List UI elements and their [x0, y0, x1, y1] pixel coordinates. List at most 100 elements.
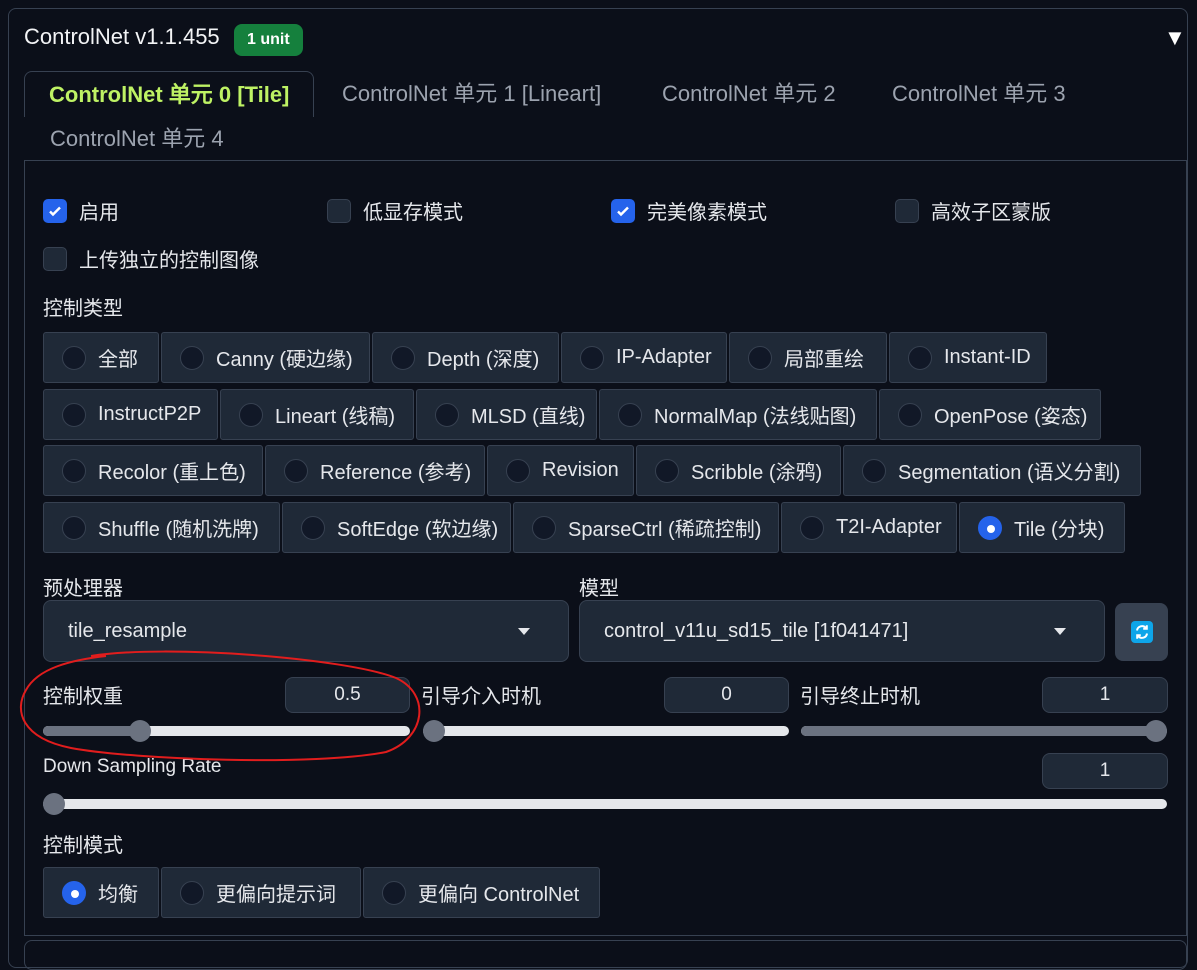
radio-icon: [898, 402, 922, 427]
collapse-triangle-icon[interactable]: ▼: [1164, 25, 1186, 51]
control-mode-prompt[interactable]: 更偏向提示词: [161, 867, 361, 918]
upload-control-image-checkbox[interactable]: [43, 246, 67, 271]
tab-unit-0[interactable]: ControlNet 单元 0 [Tile]: [24, 71, 315, 117]
start-step-slider[interactable]: [423, 720, 789, 742]
control-type-instructp2p[interactable]: InstructP2P: [43, 389, 218, 440]
low-vram-checkbox[interactable]: [327, 198, 351, 223]
control-type-instant-id[interactable]: Instant-ID: [889, 332, 1047, 383]
control-type-lineart[interactable]: Lineart (线稿): [220, 389, 414, 440]
tab-unit-4[interactable]: ControlNet 单元 4: [26, 116, 248, 162]
control-type-inpaint[interactable]: 局部重绘: [729, 332, 887, 383]
radio-icon: [435, 402, 459, 427]
upload-control-image-checkbox-row[interactable]: 上传独立的控制图像: [43, 244, 259, 273]
tab-unit-3[interactable]: ControlNet 单元 3: [868, 71, 1090, 117]
preprocessor-dropdown[interactable]: tile_resample: [43, 600, 569, 662]
down-sampling-rate-label: Down Sampling Rate: [43, 756, 222, 777]
control-type-segmentation[interactable]: Segmentation (语义分割): [843, 445, 1141, 496]
down-sampling-rate-input[interactable]: 1: [1042, 753, 1168, 789]
control-mode-balanced[interactable]: 均衡: [43, 867, 159, 918]
control-type-all[interactable]: 全部: [43, 332, 159, 383]
tab-unit-2[interactable]: ControlNet 单元 2: [638, 71, 860, 117]
panel-title[interactable]: ControlNet v1.1.455: [24, 24, 220, 50]
control-type-sparsectrl[interactable]: SparseCtrl (稀疏控制): [513, 502, 779, 553]
chevron-down-icon: [518, 628, 530, 635]
radio-icon: [62, 345, 86, 370]
chevron-down-icon: [1054, 628, 1066, 635]
radio-icon: [532, 515, 556, 540]
control-weight-slider[interactable]: [43, 720, 410, 742]
pixel-perfect-checkbox[interactable]: [611, 198, 635, 223]
model-value: control_v11u_sd15_tile [1f041471]: [604, 620, 909, 642]
radio-icon: [862, 458, 886, 483]
preprocessor-label: 预处理器: [43, 578, 123, 600]
radio-icon: [62, 402, 86, 427]
pixel-perfect-checkbox-row[interactable]: 完美像素模式: [611, 196, 767, 225]
control-type-row-3: Recolor (重上色) Reference (参考) Revision Sc…: [43, 445, 1141, 496]
radio-icon: [382, 880, 406, 905]
control-type-softedge[interactable]: SoftEdge (软边缘): [282, 502, 511, 553]
next-panel-edge: [24, 940, 1187, 970]
radio-icon: [506, 458, 530, 483]
refresh-icon: [1130, 621, 1153, 643]
end-step-slider[interactable]: [801, 720, 1167, 742]
control-mode-group: 均衡 更偏向提示词 更偏向 ControlNet: [43, 867, 600, 918]
radio-icon: [391, 345, 415, 370]
tab-unit-1[interactable]: ControlNet 单元 1 [Lineart]: [318, 71, 625, 117]
radio-icon: [580, 345, 604, 370]
radio-icon: [301, 515, 325, 540]
model-label: 模型: [579, 578, 619, 600]
control-type-row-1: 全部 Canny (硬边缘) Depth (深度) IP-Adapter 局部重…: [43, 332, 1047, 383]
control-type-scribble[interactable]: Scribble (涂鸦): [636, 445, 841, 496]
control-weight-label: 控制权重: [43, 686, 123, 708]
radio-icon: [800, 515, 824, 540]
start-step-label: 引导介入时机: [421, 686, 541, 708]
slider-thumb[interactable]: [1145, 720, 1167, 742]
control-type-recolor[interactable]: Recolor (重上色): [43, 445, 263, 496]
control-type-tile[interactable]: Tile (分块): [959, 502, 1125, 553]
check-icon: [49, 206, 61, 216]
effective-region-mask-checkbox[interactable]: [895, 198, 919, 223]
control-type-openpose[interactable]: OpenPose (姿态): [879, 389, 1101, 440]
down-sampling-rate-slider[interactable]: [43, 793, 1167, 815]
radio-selected-icon: [978, 515, 1002, 540]
control-type-t2i-adapter[interactable]: T2I-Adapter: [781, 502, 957, 553]
enable-label: 启用: [79, 202, 119, 224]
enable-checkbox[interactable]: [43, 198, 67, 223]
control-type-depth[interactable]: Depth (深度): [372, 332, 559, 383]
effective-region-mask-label: 高效子区蒙版: [931, 202, 1051, 224]
unit-count-badge: 1 unit: [234, 24, 303, 56]
control-type-mlsd[interactable]: MLSD (直线): [416, 389, 597, 440]
radio-icon: [655, 458, 679, 483]
control-type-reference[interactable]: Reference (参考): [265, 445, 485, 496]
slider-fill: [43, 726, 141, 736]
start-step-input[interactable]: 0: [664, 677, 789, 713]
control-type-shuffle[interactable]: Shuffle (随机洗牌): [43, 502, 280, 553]
pixel-perfect-label: 完美像素模式: [647, 202, 767, 224]
control-type-revision[interactable]: Revision: [487, 445, 634, 496]
effective-region-mask-checkbox-row[interactable]: 高效子区蒙版: [895, 196, 1051, 225]
radio-icon: [748, 345, 772, 370]
slider-fill: [801, 726, 1156, 736]
preprocessor-value: tile_resample: [68, 620, 187, 642]
control-type-label: 控制类型: [43, 298, 123, 320]
control-mode-controlnet[interactable]: 更偏向 ControlNet: [363, 867, 600, 918]
upload-control-image-label: 上传独立的控制图像: [79, 250, 259, 272]
low-vram-label: 低显存模式: [363, 202, 463, 224]
control-type-ip-adapter[interactable]: IP-Adapter: [561, 332, 727, 383]
radio-icon: [239, 402, 263, 427]
end-step-input[interactable]: 1: [1042, 677, 1168, 713]
slider-thumb[interactable]: [423, 720, 445, 742]
enable-checkbox-row[interactable]: 启用: [43, 196, 119, 225]
radio-icon: [908, 345, 932, 370]
control-type-row-2: InstructP2P Lineart (线稿) MLSD (直线) Norma…: [43, 389, 1101, 440]
refresh-models-button[interactable]: [1115, 603, 1168, 661]
model-dropdown[interactable]: control_v11u_sd15_tile [1f041471]: [579, 600, 1105, 662]
radio-icon: [62, 458, 86, 483]
slider-thumb[interactable]: [43, 793, 65, 815]
control-weight-input[interactable]: 0.5: [285, 677, 410, 713]
control-type-row-4: Shuffle (随机洗牌) SoftEdge (软边缘) SparseCtrl…: [43, 502, 1125, 553]
end-step-label: 引导终止时机: [800, 686, 920, 708]
low-vram-checkbox-row[interactable]: 低显存模式: [327, 196, 463, 225]
control-type-normalmap[interactable]: NormalMap (法线贴图): [599, 389, 877, 440]
control-type-canny[interactable]: Canny (硬边缘): [161, 332, 370, 383]
